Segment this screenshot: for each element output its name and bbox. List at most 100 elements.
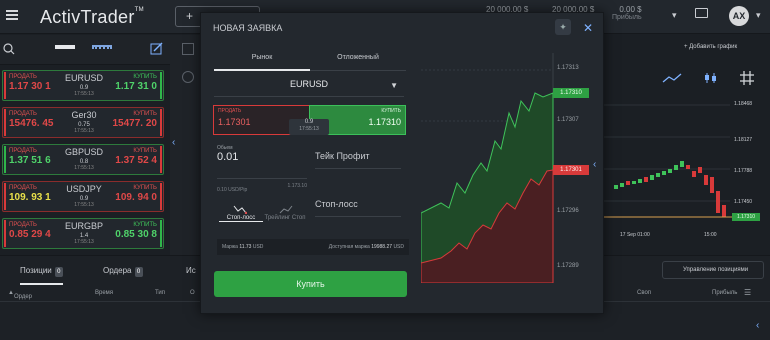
axis-tick: 1.17296 <box>557 208 579 214</box>
clock-icon[interactable] <box>182 71 194 83</box>
candle <box>692 171 696 177</box>
caret-down-icon: ▼ <box>390 81 398 90</box>
candle <box>668 169 672 173</box>
stop-type-toggle: Стоп-лосс Трейлинг Стоп <box>219 205 307 225</box>
instrument-symbol: GBPUSD <box>64 147 103 157</box>
column-header-swap[interactable]: Своп <box>637 290 651 296</box>
sell-button[interactable]: ПРОДАТЬ 15476. 45 <box>4 109 62 136</box>
instrument-symbol: USDJPY <box>66 184 102 194</box>
candle <box>644 177 648 182</box>
line-chart-icon[interactable] <box>662 72 682 84</box>
stop-loss-field[interactable]: Стоп-лосс <box>315 199 401 217</box>
pin-icon[interactable]: ✦ <box>555 19 571 35</box>
instrument-spread: 1.4 17:55:13 <box>74 233 94 245</box>
tab-orders[interactable]: Ордера 0 <box>103 266 143 277</box>
instrument-card-eurgbp[interactable]: ПРОДАТЬ 0.85 29 4 EURGBP 1.4 17:55:13 КУПИ… <box>2 218 164 249</box>
spread-info: 0.9 17:55:13 <box>289 119 329 135</box>
sell-button[interactable]: ПРОДАТЬ 0.85 29 4 <box>4 220 62 247</box>
candle <box>674 165 678 170</box>
stop-loss-icon <box>233 205 247 214</box>
new-order-dialog: НОВАЯ ЗАЯВКА ✦ ✕ Рынок Отложенный EURUSD… <box>200 12 604 314</box>
close-icon[interactable]: ✕ <box>583 21 593 35</box>
columns-menu-icon[interactable]: ☰ <box>744 288 751 297</box>
sell-button[interactable]: ПРОДАТЬ 1.17 30 1 <box>4 72 62 99</box>
chevron-left-icon[interactable]: ‹ <box>593 159 596 170</box>
buy-button[interactable]: КУПИТЬ 109. 94 0 <box>104 183 162 210</box>
grid-icon[interactable] <box>182 43 194 55</box>
tab-history[interactable]: Ис <box>186 266 196 275</box>
axis-tick: 1.17313 <box>557 65 579 71</box>
tab-positions[interactable]: Позиции 0 <box>20 266 63 285</box>
manage-positions-button[interactable]: Управление позициями <box>662 261 764 279</box>
instrument-symbol: EURGBP <box>64 221 103 231</box>
volume-field[interactable]: Обьем 0.01 <box>217 145 307 179</box>
crosshair-icon[interactable] <box>740 71 754 85</box>
candle <box>698 167 702 173</box>
axis-tick: 1.17307 <box>557 117 579 123</box>
buy-button[interactable]: КУПИТЬ 1.17 31 0 <box>104 72 162 99</box>
column-header-order[interactable]: ▲ Ордер <box>8 290 32 300</box>
column-header-profit[interactable]: Прибыль <box>712 290 737 296</box>
axis-tick: 1.17289 <box>557 263 579 269</box>
edit-icon[interactable] <box>150 42 163 55</box>
price-marker: 1.17310 <box>732 213 760 221</box>
tick-chart: 1.17313 1.17307 1.17296 1.17289 1.17310 … <box>420 53 601 284</box>
buy-button[interactable]: КУПИТЬ 1.37 52 4 <box>104 146 162 173</box>
add-chart-button[interactable]: + Добавить график <box>684 44 764 60</box>
instrument-spread: 0.9 17:55:13 <box>74 196 94 208</box>
mail-icon[interactable] <box>695 8 708 18</box>
axis-tick: 1.18127 <box>734 137 753 143</box>
menu-icon[interactable] <box>6 10 18 20</box>
order-type-tabs: Рынок Отложенный <box>214 51 406 71</box>
axis-tick: 1.17788 <box>734 168 753 174</box>
submit-buy-button[interactable]: Купить <box>214 271 407 297</box>
sell-button[interactable]: ПРОДАТЬ 109. 93 1 <box>4 183 62 210</box>
candle <box>620 183 624 187</box>
candle <box>632 181 636 184</box>
chart-toolbar: + Добавить график <box>604 40 770 90</box>
axis-tick: 1.17450 <box>734 199 753 205</box>
candle <box>686 165 690 169</box>
candle <box>662 171 666 175</box>
chevron-left-icon[interactable]: ‹ <box>756 320 759 331</box>
candle <box>626 181 630 185</box>
candle <box>638 179 642 183</box>
buy-button[interactable]: КУПИТЬ 15477. 20 <box>104 109 162 136</box>
instrument-card-usdjpy[interactable]: ПРОДАТЬ 109. 93 1 USDJPY 0.9 17:55:13 КУПИ… <box>2 181 164 212</box>
symbol-select[interactable]: EURUSD ▼ <box>214 79 404 97</box>
axis-tick: 17 Sep 01:00 <box>620 232 650 238</box>
candle <box>716 191 720 213</box>
axis-tick: 15:00 <box>704 232 717 238</box>
instrument-spread: 0.75 17:55:13 <box>74 122 94 134</box>
column-header-volume[interactable]: О <box>190 290 195 296</box>
column-header-type[interactable]: Тип <box>155 290 165 296</box>
candles-icon[interactable] <box>704 72 718 84</box>
main-chart[interactable]: 1.18468 1.18127 1.17788 1.17450 1.17310 … <box>598 95 770 250</box>
buy-button[interactable]: КУПИТЬ 0.85 30 8 <box>104 220 162 247</box>
margin-summary: Маржа 11.73 USD Доступная маржа 19988.27… <box>217 239 409 255</box>
tab-market[interactable]: Рынок <box>214 51 310 71</box>
chart-background: ‹ <box>170 35 200 255</box>
view-compact-icon[interactable] <box>92 45 112 49</box>
candle <box>722 205 726 217</box>
instrument-spread: 0.8 17:55:13 <box>74 159 94 171</box>
profit-readout: 0.00 $ Прибыль <box>612 5 642 21</box>
tab-pending[interactable]: Отложенный <box>310 51 406 65</box>
sell-button[interactable]: ПРОДАТЬ 1.37 51 6 <box>4 146 62 173</box>
avatar[interactable]: AX <box>729 6 749 26</box>
candle <box>680 161 684 167</box>
take-profit-field[interactable]: Тейк Профит <box>315 151 401 169</box>
chevron-down-icon[interactable]: ▾ <box>756 10 761 21</box>
chevron-left-icon[interactable]: ‹ <box>172 137 175 148</box>
instrument-card-ger30[interactable]: ПРОДАТЬ 15476. 45 Ger30 0.75 17:55:13 КУПИ… <box>2 107 164 138</box>
instrument-symbol: Ger30 <box>71 110 97 120</box>
column-header-time[interactable]: Время <box>95 290 113 296</box>
chevron-down-icon[interactable]: ▾ <box>672 10 677 21</box>
instrument-spread: 0.9 17:55:13 <box>74 85 94 97</box>
view-list-icon[interactable] <box>55 45 75 49</box>
dialog-title: НОВАЯ ЗАЯВКА <box>213 23 283 33</box>
search-icon[interactable] <box>3 43 15 55</box>
instrument-card-eurusd[interactable]: ПРОДАТЬ 1.17 30 1 EURUSD 0.9 17:55:13 КУПИ… <box>2 70 164 101</box>
axis-tick: 1.18468 <box>734 101 753 107</box>
instrument-card-gbpusd[interactable]: ПРОДАТЬ 1.37 51 6 GBPUSD 0.8 17:55:13 КУПИ… <box>2 144 164 175</box>
